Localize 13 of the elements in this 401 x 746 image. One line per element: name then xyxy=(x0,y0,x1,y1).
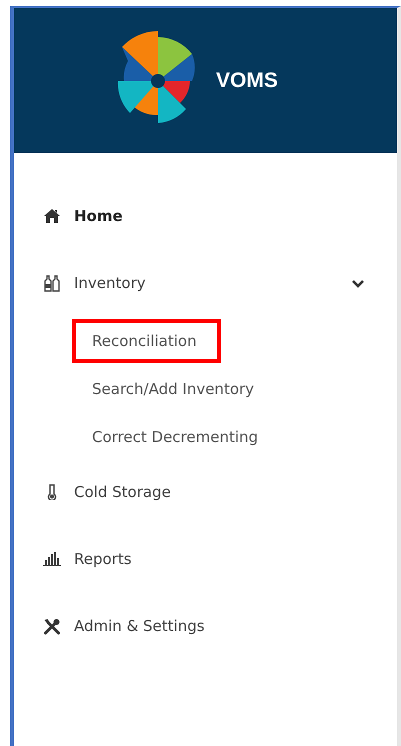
menu-item[interactable]: Home xyxy=(14,199,397,233)
menu-item[interactable]: Inventory xyxy=(14,266,397,300)
bottles-icon xyxy=(42,274,62,292)
home-icon xyxy=(42,209,62,223)
menu-item[interactable]: Cold Storage xyxy=(14,475,397,509)
submenu-item[interactable]: Reconciliation xyxy=(72,319,221,363)
menu-item[interactable]: Admin & Settings xyxy=(14,609,397,643)
brand-name: VOMS xyxy=(216,68,278,92)
menu-item[interactable]: Reports xyxy=(14,542,397,576)
submenu-item[interactable]: Search/Add Inventory xyxy=(72,367,274,411)
bar-chart-icon xyxy=(42,552,62,566)
submenu-item[interactable]: Correct Decrementing xyxy=(72,415,278,459)
tools-icon xyxy=(42,618,62,634)
